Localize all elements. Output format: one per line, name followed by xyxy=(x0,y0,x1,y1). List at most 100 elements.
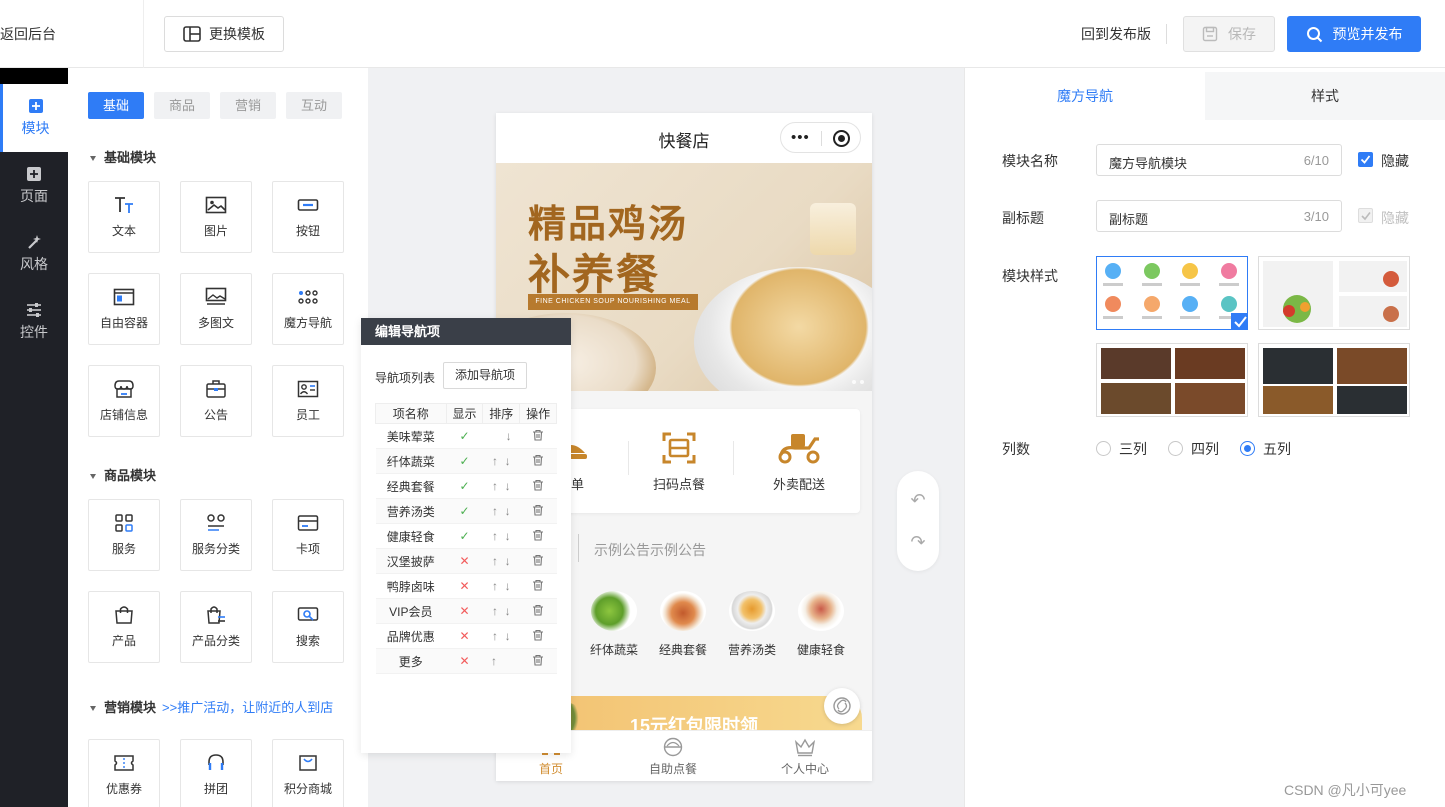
nav-delivery[interactable]: 外卖配送 xyxy=(744,431,854,493)
trash-icon[interactable] xyxy=(532,429,544,441)
arrow-up-icon[interactable]: ↑ xyxy=(492,604,498,618)
arrow-down-icon[interactable]: ↓ xyxy=(505,629,511,643)
nav-item-visibility[interactable]: ✓ xyxy=(446,498,483,524)
radio-three-columns[interactable] xyxy=(1096,441,1111,456)
tile-group-buy[interactable]: 拼团 xyxy=(180,739,252,807)
cross-icon[interactable]: ✕ xyxy=(459,654,469,668)
back-to-admin-link[interactable]: 返回后台 xyxy=(0,0,144,68)
check-icon[interactable]: ✓ xyxy=(459,504,469,518)
nav-item-visibility[interactable]: ✕ xyxy=(446,598,483,624)
mini-program-capsule[interactable]: ••• xyxy=(780,122,861,153)
save-button[interactable]: 保存 xyxy=(1183,16,1275,52)
trash-icon[interactable] xyxy=(532,529,544,541)
nav-item-visibility[interactable]: ✕ xyxy=(446,548,483,574)
style-option-dark-mosaic[interactable] xyxy=(1258,343,1410,417)
more-icon[interactable]: ••• xyxy=(791,130,810,145)
nav-item-visibility[interactable]: ✕ xyxy=(446,648,483,674)
nav-item-visibility[interactable]: ✕ xyxy=(446,573,483,599)
sidebar-item-page[interactable]: 页面 xyxy=(0,152,68,220)
tile-notice[interactable]: 公告 xyxy=(180,365,252,437)
tab-profile[interactable]: 个人中心 xyxy=(755,737,855,777)
tab-cube-nav[interactable]: 魔方导航 xyxy=(965,72,1205,120)
nav-item-delete[interactable] xyxy=(519,573,557,599)
tile-button[interactable]: 按钮 xyxy=(272,181,344,253)
arrow-down-icon[interactable]: ↓ xyxy=(506,429,512,443)
cross-icon[interactable]: ✕ xyxy=(459,579,469,593)
trash-icon[interactable] xyxy=(532,629,544,641)
nav-scan-order[interactable]: 扫码点餐 xyxy=(624,431,734,493)
trash-icon[interactable] xyxy=(532,554,544,566)
preview-publish-button[interactable]: 预览并发布 xyxy=(1287,16,1421,52)
arrow-up-icon[interactable]: ↑ xyxy=(492,629,498,643)
tile-store-info[interactable]: 店铺信息 xyxy=(88,365,160,437)
arrow-down-icon[interactable]: ↓ xyxy=(505,604,511,618)
cross-icon[interactable]: ✕ xyxy=(459,629,469,643)
tile-image[interactable]: 图片 xyxy=(180,181,252,253)
food-item-veg[interactable]: 纤体蔬菜 xyxy=(584,591,644,658)
tile-service-category[interactable]: 服务分类 xyxy=(180,499,252,571)
cross-icon[interactable]: ✕ xyxy=(459,554,469,568)
tile-card-item[interactable]: 卡项 xyxy=(272,499,344,571)
nav-item-delete[interactable] xyxy=(519,648,557,674)
check-icon[interactable]: ✓ xyxy=(459,529,469,543)
tile-service[interactable]: 服务 xyxy=(88,499,160,571)
tab-style[interactable]: 样式 xyxy=(1205,72,1445,120)
arrow-up-icon[interactable]: ↑ xyxy=(492,479,498,493)
pagination-dot[interactable] xyxy=(852,380,856,384)
tile-staff[interactable]: 员工 xyxy=(272,365,344,437)
arrow-up-icon[interactable]: ↑ xyxy=(492,529,498,543)
arrow-up-icon[interactable]: ↑ xyxy=(492,554,498,568)
tile-free-container[interactable]: 自由容器 xyxy=(88,273,160,345)
arrow-down-icon[interactable]: ↓ xyxy=(505,454,511,468)
nav-item-delete[interactable] xyxy=(519,473,557,499)
hide-name-checkbox[interactable] xyxy=(1358,152,1373,167)
link-float-button[interactable] xyxy=(824,688,860,724)
style-option-dark-grid[interactable] xyxy=(1096,343,1248,417)
trash-icon[interactable] xyxy=(532,604,544,616)
nav-item-delete[interactable] xyxy=(519,598,557,624)
marketing-promo-link[interactable]: >>推广活动，让附近的人到店 xyxy=(162,700,333,715)
tab-basic[interactable]: 基础 xyxy=(88,92,144,119)
close-record-icon[interactable] xyxy=(833,130,850,147)
nav-item-visibility[interactable]: ✓ xyxy=(446,423,483,449)
nav-item-delete[interactable] xyxy=(519,523,557,549)
arrow-down-icon[interactable]: ↓ xyxy=(505,579,511,593)
tile-cube-nav[interactable]: 魔方导航 xyxy=(272,273,344,345)
nav-item-visibility[interactable]: ✓ xyxy=(446,473,483,499)
nav-item-visibility[interactable]: ✓ xyxy=(446,523,483,549)
arrow-down-icon[interactable]: ↓ xyxy=(505,479,511,493)
section-title-goods[interactable]: 商品模块 xyxy=(90,465,156,484)
nav-item-visibility[interactable]: ✕ xyxy=(446,623,483,649)
tile-text[interactable]: 文本 xyxy=(88,181,160,253)
undo-icon[interactable]: ↶ xyxy=(897,490,939,511)
tab-self-order[interactable]: 自助点餐 xyxy=(623,737,723,777)
tab-goods[interactable]: 商品 xyxy=(154,92,210,119)
check-icon[interactable]: ✓ xyxy=(459,429,469,443)
redo-icon[interactable]: ↷ xyxy=(897,532,939,553)
check-icon[interactable]: ✓ xyxy=(459,479,469,493)
radio-five-columns[interactable] xyxy=(1240,441,1255,456)
trash-icon[interactable] xyxy=(532,454,544,466)
style-option-icon-grid[interactable] xyxy=(1096,256,1248,330)
arrow-down-icon[interactable]: ↓ xyxy=(505,554,511,568)
arrow-up-icon[interactable]: ↑ xyxy=(491,654,497,668)
pagination-dot[interactable] xyxy=(860,380,864,384)
arrow-up-icon[interactable]: ↑ xyxy=(492,454,498,468)
cross-icon[interactable]: ✕ xyxy=(459,604,469,618)
tile-search[interactable]: 搜索 xyxy=(272,591,344,663)
tab-interact[interactable]: 互动 xyxy=(286,92,342,119)
food-item-soup[interactable]: 营养汤类 xyxy=(722,591,782,658)
subtitle-input[interactable]: 副标题 3/10 xyxy=(1096,200,1342,232)
check-icon[interactable]: ✓ xyxy=(459,454,469,468)
module-name-input[interactable]: 魔方导航模块 6/10 xyxy=(1096,144,1342,176)
trash-icon[interactable] xyxy=(532,504,544,516)
change-template-button[interactable]: 更换模板 xyxy=(164,16,284,52)
nav-item-delete[interactable] xyxy=(519,623,557,649)
food-item-light[interactable]: 健康轻食 xyxy=(791,591,851,658)
trash-icon[interactable] xyxy=(532,654,544,666)
nav-item-delete[interactable] xyxy=(519,498,557,524)
hide-subtitle-checkbox[interactable] xyxy=(1358,208,1373,223)
tile-product[interactable]: 产品 xyxy=(88,591,160,663)
tile-coupon[interactable]: 优惠券 xyxy=(88,739,160,807)
sidebar-item-widget[interactable]: 控件 xyxy=(0,288,68,356)
